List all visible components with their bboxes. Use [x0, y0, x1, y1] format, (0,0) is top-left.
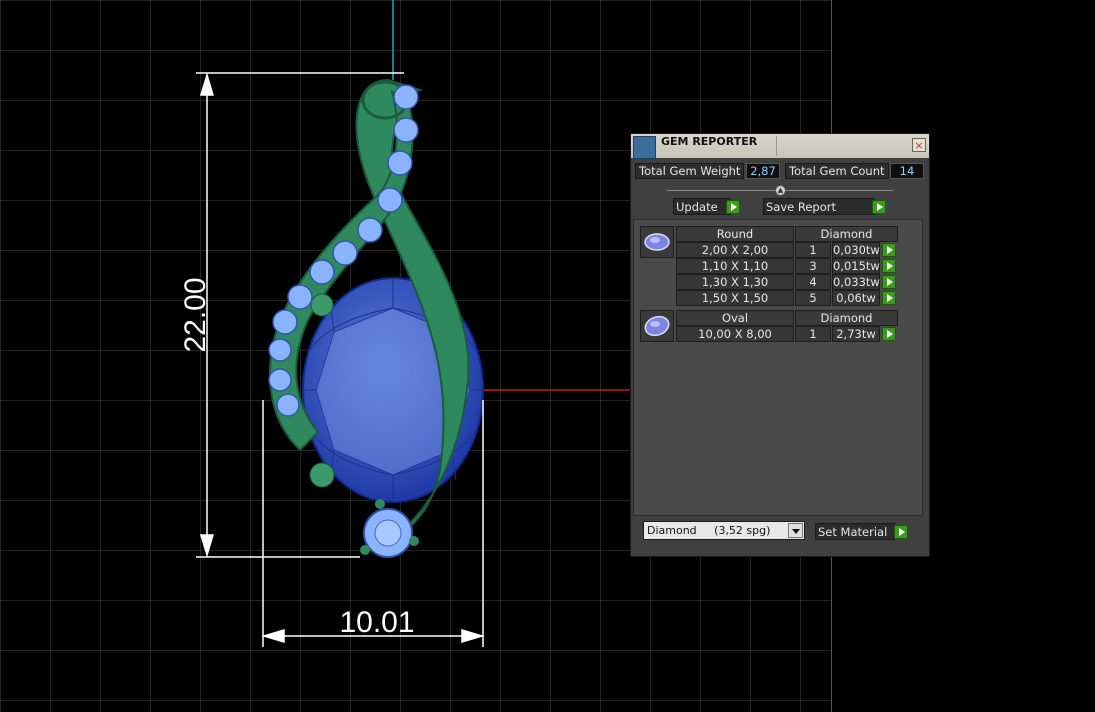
height-dimension-label: 22.00 [179, 277, 212, 352]
row-arrow-icon[interactable] [882, 259, 896, 273]
title-bar[interactable]: GEM REPORTER × [631, 134, 929, 159]
oval-gem-thumbnail-icon [640, 310, 674, 342]
gem-weight: 0,030tw [832, 242, 880, 258]
gem-list: Round Diamond 2,00 X 2,00 1 0,030tw 1,10… [633, 219, 923, 516]
panel-title: GEM REPORTER [661, 135, 758, 148]
total-count-value: 14 [890, 163, 924, 179]
oval-material-header: Diamond [795, 310, 898, 326]
oval-shape-header: Oval [676, 310, 794, 326]
gem-count: 1 [795, 326, 831, 342]
gem-weight: 0,06tw [832, 290, 880, 306]
total-weight-value: 2,87 [746, 163, 780, 179]
set-material-arrow-icon[interactable] [894, 525, 908, 539]
gem-count: 5 [795, 290, 831, 306]
set-material-button[interactable]: Set Material [815, 523, 895, 540]
chevron-down-icon[interactable] [788, 523, 803, 538]
set-material-label: Set Material [818, 525, 888, 539]
collapse-toggle-icon[interactable]: ▲ [775, 185, 786, 196]
material-select[interactable]: Diamond (3,52 spg) [643, 521, 805, 540]
total-count-label: Total Gem Count [785, 163, 889, 179]
save-report-button[interactable]: Save Report [763, 198, 875, 215]
gem-reporter-icon [633, 136, 656, 159]
row-arrow-icon[interactable] [882, 243, 896, 257]
gem-weight: 0,015tw [832, 258, 880, 274]
gem-size: 1,10 X 1,10 [676, 258, 794, 274]
round-gem-thumbnail-icon [640, 226, 674, 258]
row-arrow-icon[interactable] [882, 327, 896, 341]
gem-size: 2,00 X 2,00 [676, 242, 794, 258]
update-button[interactable]: Update [673, 198, 731, 215]
close-button[interactable]: × [912, 138, 926, 152]
update-arrow-icon[interactable] [726, 200, 740, 214]
update-label: Update [676, 200, 718, 214]
save-report-label: Save Report [766, 200, 837, 214]
gem-weight: 2,73tw [832, 326, 880, 342]
gem-size: 1,50 X 1,50 [676, 290, 794, 306]
gem-count: 4 [795, 274, 831, 290]
round-shape-header: Round [676, 226, 794, 242]
cad-viewport[interactable]: 22.00 10.01 [0, 0, 1095, 712]
row-arrow-icon[interactable] [882, 291, 896, 305]
gem-count: 3 [795, 258, 831, 274]
row-arrow-icon[interactable] [882, 275, 896, 289]
gem-count: 1 [795, 242, 831, 258]
gem-weight: 0,033tw [832, 274, 880, 290]
title-divider [776, 136, 777, 156]
round-material-header: Diamond [795, 226, 898, 242]
gem-size: 10,00 X 8,00 [676, 326, 794, 342]
save-report-arrow-icon[interactable] [872, 200, 886, 214]
width-dimension-label: 10.01 [339, 606, 414, 639]
gem-size: 1,30 X 1,30 [676, 274, 794, 290]
gem-reporter-panel: GEM REPORTER × Total Gem Weight 2,87 Tot… [630, 133, 930, 557]
material-select-value: Diamond (3,52 spg) [647, 524, 771, 537]
total-weight-label: Total Gem Weight [635, 163, 744, 179]
